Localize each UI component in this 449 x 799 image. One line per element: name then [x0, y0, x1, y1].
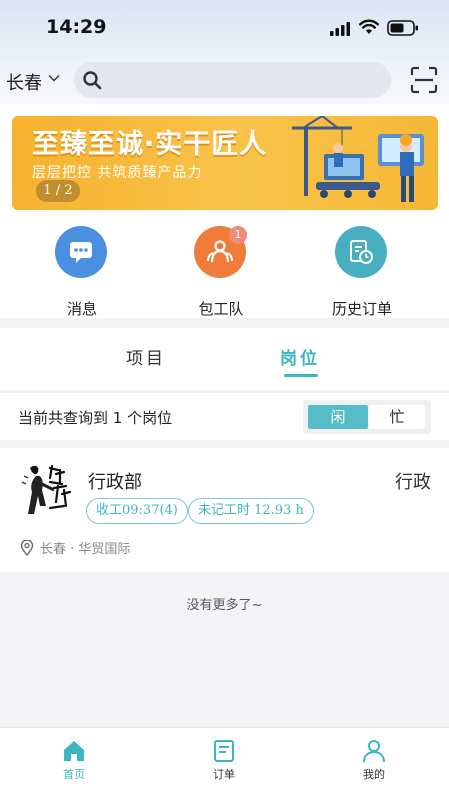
toggle-busy[interactable]: 忙 — [369, 405, 425, 429]
role-name: 行政 — [395, 472, 431, 493]
quick-action-messages[interactable]: 消息 — [27, 226, 137, 318]
cellular-signal-icon — [330, 22, 350, 36]
quick-action-label: 历史订单 — [331, 300, 392, 318]
messages-icon-circle — [55, 226, 107, 278]
toggle-idle[interactable]: 闲 — [308, 405, 368, 429]
location-text: 长春 · 华贸国际 — [40, 542, 131, 557]
tab-position[interactable]: 岗位 — [280, 344, 320, 369]
quick-action-history-orders[interactable]: 历史订单 — [307, 226, 417, 318]
header-area: 14:29 长春 — [0, 0, 449, 104]
filter-bar: 当前共查询到 1 个岗位 闲 忙 — [0, 392, 449, 440]
banner-subtitle: 层层把控 共筑质臻产品力 — [32, 165, 203, 181]
location-pin-icon — [20, 540, 34, 556]
promo-banner[interactable]: 至臻至诚·实干匠人 层层把控 共筑质臻产品力 1 / 2 — [12, 116, 438, 210]
nav-label: 订单 — [213, 768, 235, 781]
status-bar: 14:29 — [0, 14, 449, 46]
list-end-text: 没有更多了~ — [186, 598, 263, 613]
status-time: 14:29 — [46, 16, 107, 38]
nav-orders[interactable]: 订单 — [194, 736, 254, 786]
unrecorded-hours-chip: 未记工时 12.93 h — [188, 498, 314, 524]
history-order-icon — [350, 240, 373, 264]
quick-action-label: 包工队 — [198, 300, 244, 318]
profile-icon — [363, 740, 385, 763]
team-icon — [207, 240, 233, 263]
home-icon — [64, 741, 84, 761]
banner-section: 至臻至诚·实干匠人 层层把控 共筑质臻产品力 1 / 2 — [0, 104, 449, 216]
nav-home[interactable]: 首页 — [44, 736, 104, 786]
banner-title: 至臻至诚·实干匠人 — [32, 129, 268, 160]
order-icon — [214, 740, 234, 762]
quick-action-label: 消息 — [66, 300, 97, 318]
history-icon-circle — [335, 226, 387, 278]
quick-action-team[interactable]: 包工队 — [166, 226, 276, 318]
active-tab-indicator — [284, 374, 318, 377]
clock-out-chip: 收工09:37(4) — [86, 498, 188, 524]
scan-icon[interactable] — [410, 66, 438, 94]
notification-badge: 1 — [229, 226, 247, 244]
banner-pager: 1 / 2 — [36, 180, 80, 202]
result-count: 当前共查询到 1 个岗位 — [18, 409, 173, 427]
chevron-down-icon[interactable] — [47, 71, 61, 85]
wifi-icon — [359, 19, 379, 34]
search-icon — [83, 71, 102, 90]
avatar — [20, 462, 76, 520]
construction-illustration-icon — [292, 116, 424, 202]
message-icon — [70, 242, 92, 263]
bottom-nav: 首页 订单 我的 — [0, 727, 449, 799]
search-row: 长春 — [0, 62, 449, 98]
battery-icon — [387, 20, 418, 36]
tab-bar: 项目 岗位 — [0, 328, 449, 390]
nav-label: 首页 — [63, 768, 85, 781]
list-item[interactable]: 行政部 行政 收工09:37(4) 未记工时 12.93 h 长春 · 华贸国际 — [0, 448, 449, 572]
department-name: 行政部 — [88, 472, 142, 493]
nav-profile[interactable]: 我的 — [344, 736, 404, 786]
idle-busy-toggle: 闲 忙 — [303, 400, 431, 434]
nav-label: 我的 — [363, 768, 385, 781]
quick-actions: 消息 包工队 历史订单 — [0, 216, 449, 318]
search-input[interactable] — [74, 62, 391, 98]
city-selector[interactable]: 长春 — [6, 69, 42, 95]
tab-project[interactable]: 项目 — [126, 344, 166, 369]
